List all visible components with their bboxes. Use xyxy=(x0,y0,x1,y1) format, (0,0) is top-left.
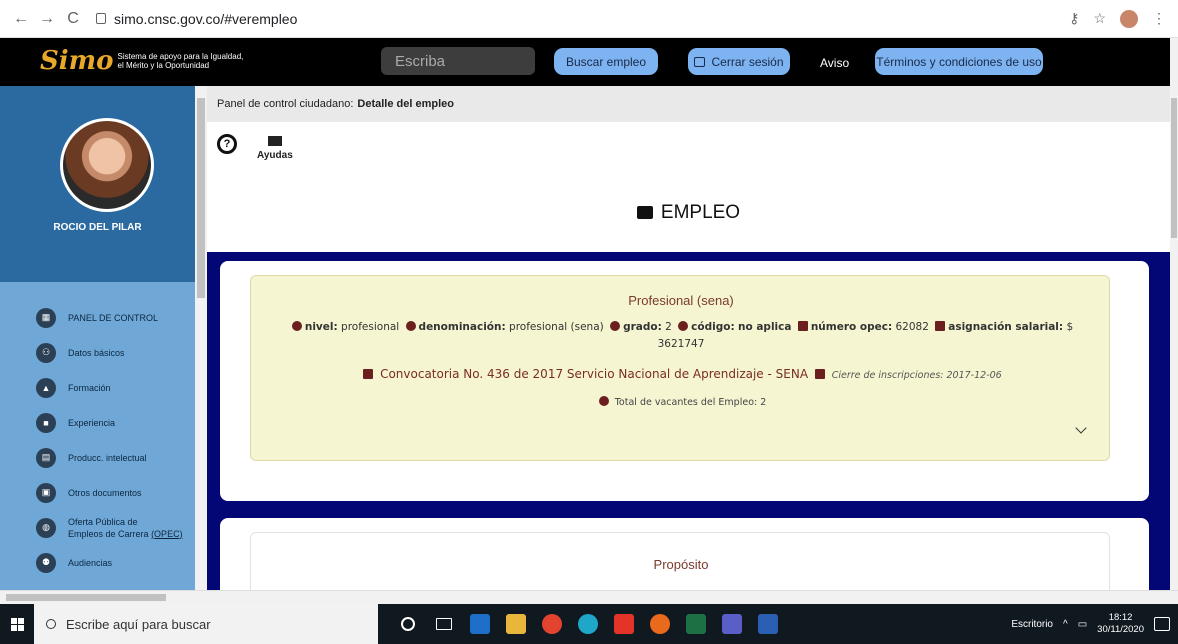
horizontal-scroll-thumb[interactable] xyxy=(6,594,166,601)
logout-icon xyxy=(694,56,706,67)
desktop-label[interactable]: Escritorio xyxy=(1011,619,1053,630)
sidebar-item-produccion-intelectual[interactable]: ▤ Producc. intelectual xyxy=(0,440,195,475)
globe-icon: ◍ xyxy=(36,517,56,538)
video-camera-icon xyxy=(267,136,282,146)
profile-name: ROCIO DEL PILAR xyxy=(53,222,142,233)
file-explorer-icon[interactable] xyxy=(498,604,534,644)
outlook-icon[interactable] xyxy=(462,604,498,644)
clock[interactable]: 18:12 30/11/2020 xyxy=(1097,612,1144,636)
search-input[interactable] xyxy=(381,47,535,75)
anydesk-icon[interactable] xyxy=(606,604,642,644)
simo-logo[interactable]: Simo Sistema de apoyo para la Igualdad, … xyxy=(40,46,248,76)
forward-arrow-icon[interactable]: → xyxy=(34,10,60,28)
aviso-link[interactable]: Aviso xyxy=(820,56,849,70)
firefox-icon[interactable] xyxy=(642,604,678,644)
convocatoria: Convocatoria No. 436 de 2017 Servicio Na… xyxy=(251,367,1111,381)
cortana-icon[interactable] xyxy=(390,604,426,644)
help-row: ? Ayudas xyxy=(217,134,293,161)
briefcase-icon xyxy=(636,206,653,219)
barcode-icon xyxy=(797,321,808,331)
chevron-up-icon[interactable]: ^ xyxy=(1063,619,1068,630)
briefcase-icon: ■ xyxy=(36,412,56,433)
task-view-icon[interactable] xyxy=(426,604,462,644)
word-icon[interactable] xyxy=(750,604,786,644)
file-icon: ▣ xyxy=(36,482,56,503)
app-header: Simo Sistema de apoyo para la Igualdad, … xyxy=(0,38,1170,86)
job-details: nivel: profesional denominación: profesi… xyxy=(271,319,1091,353)
menu-dots-icon[interactable]: ⋮ xyxy=(1152,10,1166,27)
page-scrollbar[interactable] xyxy=(1170,38,1178,590)
money-icon xyxy=(935,321,946,331)
vacantes: Total de vacantes del Empleo: 2 xyxy=(251,396,1111,408)
user-icon xyxy=(405,321,416,331)
sidebar-item-otros-documentos[interactable]: ▣ Otros documentos xyxy=(0,475,195,510)
key-icon[interactable]: ⚷ xyxy=(1069,10,1079,27)
sidebar-item-datos-basicos[interactable]: ⚇ Datos básicos xyxy=(0,335,195,370)
help-icon[interactable]: ? xyxy=(217,134,237,154)
windows-taskbar: Escribe aquí para buscar Escritorio ^ ▭ … xyxy=(0,604,1178,644)
ayudas-button[interactable]: Ayudas xyxy=(257,134,293,161)
avatar[interactable] xyxy=(60,118,154,212)
teams-icon[interactable] xyxy=(714,604,750,644)
horizontal-scrollbar[interactable] xyxy=(0,590,1178,604)
breadcrumb: Panel de control ciudadano: Detalle del … xyxy=(207,86,1170,122)
address-bar[interactable]: simo.cnsc.gov.co/#verempleo xyxy=(96,11,297,27)
purpose-panel: Propósito xyxy=(250,532,1110,590)
sidebar: ROCIO DEL PILAR ▦ PANEL DE CONTROL ⚇ Dat… xyxy=(0,86,195,590)
job-section: Profesional (sena) nivel: profesional de… xyxy=(207,252,1170,590)
opec-link[interactable]: (OPEC) xyxy=(151,529,183,539)
taskbar-search[interactable]: Escribe aquí para buscar xyxy=(34,604,378,644)
job-name: Profesional (sena) xyxy=(628,293,734,308)
sidebar-item-experiencia[interactable]: ■ Experiencia xyxy=(0,405,195,440)
breadcrumb-current: Detalle del empleo xyxy=(357,98,454,110)
graduation-icon: ▲ xyxy=(36,377,56,398)
profile-panel: ROCIO DEL PILAR xyxy=(0,86,195,282)
taskbar-apps xyxy=(390,604,786,644)
profile-avatar-icon[interactable] xyxy=(1120,9,1138,28)
chrome-icon[interactable] xyxy=(534,604,570,644)
edge-icon[interactable] xyxy=(570,604,606,644)
search-icon xyxy=(46,619,56,629)
level-icon xyxy=(291,321,302,331)
excel-icon[interactable] xyxy=(678,604,714,644)
hourglass-icon xyxy=(814,369,825,379)
audience-icon: ⚉ xyxy=(36,552,56,573)
terminos-button[interactable]: Términos y condiciones de uso xyxy=(875,48,1043,75)
lock-icon xyxy=(96,13,106,24)
notifications-icon[interactable] xyxy=(1154,617,1170,631)
browser-toolbar: ← → C simo.cnsc.gov.co/#verempleo ⚷ ☆ ⋮ xyxy=(0,0,1178,38)
sidebar-item-audiencias[interactable]: ⚉ Audiencias xyxy=(0,545,195,580)
tag-icon xyxy=(678,321,689,331)
page-scroll-thumb[interactable] xyxy=(1171,98,1177,238)
sidebar-item-panel-de-control[interactable]: ▦ PANEL DE CONTROL xyxy=(0,300,195,335)
sidebar-menu: ▦ PANEL DE CONTROL ⚇ Datos básicos ▲ For… xyxy=(0,282,195,580)
job-card: Profesional (sena) nivel: profesional de… xyxy=(220,261,1149,501)
sidebar-item-opec[interactable]: ◍ Oferta Pública de Empleos de Carrera (… xyxy=(0,510,195,545)
chevron-down-icon[interactable] xyxy=(1075,422,1087,434)
document-icon: ▤ xyxy=(36,447,56,468)
windows-start-icon[interactable] xyxy=(0,617,34,631)
star-icon[interactable]: ☆ xyxy=(1093,10,1106,27)
reload-icon[interactable]: C xyxy=(60,10,86,28)
list-icon xyxy=(363,369,374,379)
sidebar-scrollbar[interactable] xyxy=(195,86,207,590)
purpose-card: Propósito xyxy=(220,518,1149,590)
buscar-empleo-button[interactable]: Buscar empleo xyxy=(554,48,658,75)
people-icon xyxy=(598,396,609,406)
cerrar-sesion-button[interactable]: Cerrar sesión xyxy=(688,48,790,75)
main-content: Panel de control ciudadano: Detalle del … xyxy=(207,86,1170,590)
sidebar-item-formacion[interactable]: ▲ Formación xyxy=(0,370,195,405)
back-arrow-icon[interactable]: ← xyxy=(8,10,34,28)
network-icon[interactable]: ▭ xyxy=(1078,619,1087,630)
purpose-title: Propósito xyxy=(653,557,709,572)
job-summary: Profesional (sena) nivel: profesional de… xyxy=(250,275,1110,461)
sidebar-scroll-thumb[interactable] xyxy=(197,98,205,298)
url-text: simo.cnsc.gov.co/#verempleo xyxy=(114,10,298,27)
system-tray: Escritorio ^ ▭ 18:12 30/11/2020 xyxy=(1011,612,1178,636)
users-icon: ⚇ xyxy=(36,342,56,363)
dashboard-icon: ▦ xyxy=(36,307,56,328)
grade-icon xyxy=(610,321,621,331)
page-title: EMPLEO xyxy=(207,202,1170,224)
